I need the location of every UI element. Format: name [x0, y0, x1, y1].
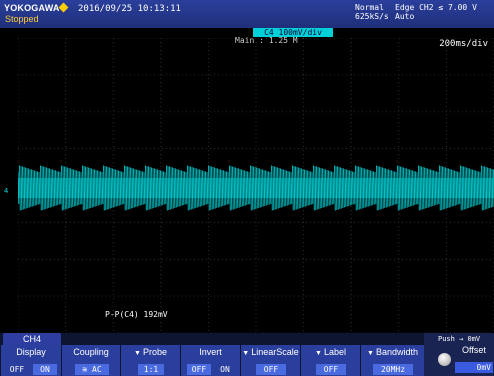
offset-control[interactable]: Push → 0mV Offset 0mV — [424, 333, 494, 376]
measurement-readout: P-P(C4) 192mV — [105, 310, 168, 319]
invert-on-option[interactable]: ON — [213, 364, 237, 375]
datetime: 2016/09/25 10:13:11 — [78, 4, 181, 14]
label-menu-button[interactable]: ▼ Label OFF — [300, 345, 360, 376]
coupling-label: Coupling — [73, 347, 109, 357]
soft-key-menu: CH4 Display OFF ON Coupling ≅ AC ▼ Probe … — [0, 333, 494, 376]
tab-ch4[interactable]: CH4 — [3, 333, 61, 345]
trigger-setting: Edge CH2 ≤ 7.00 V — [395, 3, 477, 12]
acquisition-mode: Normal 625kS/s — [355, 3, 389, 21]
dropdown-triangle-icon: ▼ — [315, 350, 322, 357]
display-on-option[interactable]: ON — [33, 364, 57, 375]
channel-marker: 4 — [4, 187, 9, 195]
waveform-display — [18, 38, 494, 333]
bandwidth-value[interactable]: 20MHz — [373, 364, 413, 375]
probe-menu-button[interactable]: ▼ Probe 1:1 — [120, 345, 180, 376]
probe-value[interactable]: 1:1 — [138, 364, 164, 375]
label-value[interactable]: OFF — [316, 364, 346, 375]
invert-menu-button[interactable]: Invert OFF ON — [180, 345, 240, 376]
rotary-knob-icon — [438, 353, 451, 366]
linearscale-value[interactable]: OFF — [256, 364, 286, 375]
status-bar: YOKOGAWA Stopped 2016/09/25 10:13:11 Nor… — [0, 0, 494, 28]
offset-label: Offset — [462, 345, 486, 355]
display-label: Display — [16, 347, 46, 357]
offset-value[interactable]: 0mV — [455, 362, 493, 373]
dropdown-triangle-icon: ▼ — [242, 350, 250, 357]
coupling-value[interactable]: ≅ AC — [75, 364, 109, 375]
linearscale-menu-button[interactable]: ▼ LinearScale OFF — [240, 345, 300, 376]
trigger-mode: Auto — [395, 12, 415, 21]
offset-reset-hint: Push → 0mV — [438, 335, 481, 343]
linearscale-label: ▼ LinearScale — [242, 347, 299, 357]
dropdown-triangle-icon: ▼ — [134, 350, 141, 357]
acquisition-status: Stopped — [5, 14, 39, 24]
display-off-option[interactable]: OFF — [5, 364, 29, 375]
acq-mode-label: Normal — [355, 3, 384, 12]
invert-label: Invert — [199, 347, 222, 357]
sample-rate: 625kS/s — [355, 12, 389, 21]
brand-logo: YOKOGAWA — [4, 3, 60, 13]
display-menu-button[interactable]: Display OFF ON — [0, 345, 61, 376]
label-label: ▼ Label — [315, 347, 346, 357]
invert-off-option[interactable]: OFF — [187, 364, 211, 375]
dropdown-triangle-icon: ▼ — [367, 350, 374, 357]
coupling-menu-button[interactable]: Coupling ≅ AC — [61, 345, 120, 376]
probe-label: ▼ Probe — [134, 347, 167, 357]
trigger-info: Edge CH2 ≤ 7.00 V Auto — [395, 3, 477, 21]
bandwidth-label: ▼ Bandwidth — [367, 347, 418, 357]
trace-core — [18, 178, 494, 198]
logo-diamond-icon — [58, 2, 69, 13]
bandwidth-menu-button[interactable]: ▼ Bandwidth 20MHz — [360, 345, 424, 376]
channel-4-trace — [18, 165, 494, 211]
